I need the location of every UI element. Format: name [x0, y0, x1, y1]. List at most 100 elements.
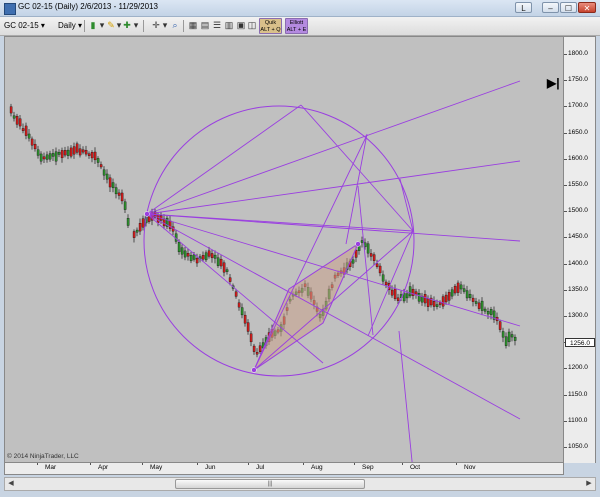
down-candle	[87, 153, 91, 156]
price-chart[interactable]: ▶| © 2014 NinjaTrader, LLC	[4, 36, 564, 463]
up-candle	[474, 301, 478, 304]
month-label: Apr	[98, 464, 109, 471]
price-label: 1500.0	[568, 207, 588, 215]
down-candle	[423, 294, 427, 304]
interval-selector[interactable]: Daily ▾	[58, 19, 82, 32]
up-candle	[507, 331, 511, 343]
price-axis[interactable]: 1800.0 1750.0 1700.0 1650.0 1600.0 1550.0 1500…	[564, 36, 596, 463]
template-icon[interactable]: ▣	[236, 20, 246, 31]
month-tick	[142, 463, 143, 465]
drawing-line[interactable]	[398, 330, 413, 462]
down-candle	[219, 258, 223, 267]
chevron-down-icon: ▾	[40, 21, 45, 30]
down-candle	[255, 352, 259, 355]
anchor-point[interactable]	[251, 367, 257, 373]
price-label: 1100.0	[568, 416, 588, 424]
down-candle	[42, 156, 46, 160]
down-candle	[372, 254, 376, 261]
list-icon[interactable]: ☰	[212, 20, 222, 31]
elliott-wave-button[interactable]: Elliott ALT + E	[285, 18, 308, 34]
down-candle	[15, 115, 19, 125]
price-tick	[564, 80, 567, 82]
up-candle	[102, 169, 106, 176]
price-label: 1150.0	[568, 390, 588, 398]
down-candle	[120, 192, 124, 202]
close-button[interactable]: ✕	[578, 2, 596, 13]
down-candle	[234, 291, 238, 297]
down-candle	[141, 218, 145, 228]
fan-line[interactable]	[146, 213, 521, 420]
window-title: GC 02-15 (Daily) 2/6/2013 - 11/29/2013	[18, 2, 158, 11]
price-tick	[564, 394, 567, 396]
down-candle	[162, 218, 166, 227]
up-candle	[513, 336, 517, 341]
scroll-left-arrow[interactable]: ◀	[5, 478, 17, 490]
down-candle	[63, 150, 67, 156]
fan-line[interactable]	[146, 80, 521, 215]
month-label: Oct	[410, 464, 421, 471]
layout-button[interactable]: L	[515, 2, 532, 13]
price-tick	[564, 132, 567, 134]
properties-icon[interactable]: ▤	[200, 20, 210, 31]
down-candle	[138, 223, 142, 232]
down-candle	[243, 314, 247, 324]
down-candle	[426, 298, 430, 307]
fan-line[interactable]	[146, 213, 521, 242]
data-box-icon[interactable]: ▦	[188, 20, 198, 31]
anchor-point[interactable]	[355, 241, 361, 247]
goto-end-icon[interactable]: ▶|	[547, 77, 560, 89]
maximize-button[interactable]: ☐	[560, 2, 577, 13]
price-label: 1650.0	[568, 128, 588, 136]
up-candle	[180, 247, 184, 255]
price-label: 1400.0	[568, 259, 588, 267]
up-candle	[57, 152, 61, 155]
drawing-line[interactable]	[300, 104, 414, 232]
drawing-line[interactable]	[367, 230, 414, 337]
share-icon[interactable]: ◫	[247, 20, 257, 31]
drawing-line[interactable]	[253, 230, 414, 371]
down-candle	[252, 345, 256, 352]
quick-label: Quik	[264, 20, 277, 26]
time-axis[interactable]: Mar Apr May Jun Jul Aug Sep Oct Nov	[4, 463, 564, 475]
fan-line[interactable]	[146, 213, 521, 327]
month-tick	[37, 463, 38, 465]
list-alt-icon[interactable]: ▥	[224, 20, 234, 31]
wedge-shape[interactable]	[252, 242, 360, 372]
up-candle	[66, 149, 70, 156]
drawing-line[interactable]	[146, 104, 302, 215]
down-candle	[369, 253, 373, 257]
chevron-down-icon[interactable]: ▾	[131, 20, 141, 31]
scroll-right-arrow[interactable]: ▶	[583, 478, 595, 490]
up-candle	[51, 153, 55, 157]
fan-line[interactable]	[146, 213, 414, 232]
up-candle	[465, 290, 469, 299]
app-icon	[4, 3, 16, 15]
price-label: 1550.0	[568, 181, 588, 188]
price-label: 1450.0	[568, 233, 588, 241]
down-candle	[195, 258, 199, 264]
zoom-icon[interactable]: ⌕	[170, 20, 180, 31]
up-candle	[96, 158, 100, 163]
down-candle	[444, 294, 448, 303]
down-candle	[18, 118, 22, 127]
chart-canvas[interactable]	[5, 37, 563, 462]
down-candle	[33, 143, 37, 150]
chevron-down-icon[interactable]: ▾	[160, 20, 170, 31]
up-candle	[189, 255, 193, 262]
minimize-button[interactable]: –	[542, 2, 559, 13]
quick-drawing-button[interactable]: Quik ALT + Q	[259, 18, 282, 34]
fan-line[interactable]	[146, 160, 521, 215]
month-tick	[354, 463, 355, 465]
up-candle	[486, 310, 490, 315]
month-label: May	[150, 464, 163, 471]
drawing-objects	[143, 80, 521, 462]
chart-scrollbar[interactable]: ◀ ||| ▶	[4, 477, 596, 491]
down-candle	[438, 302, 442, 305]
instrument-selector[interactable]: GC 02-15 ▾	[4, 19, 45, 32]
scroll-thumb[interactable]: |||	[175, 479, 365, 489]
title-bar: GC 02-15 (Daily) 2/6/2013 - 11/29/2013 L…	[0, 0, 600, 17]
down-candle	[477, 302, 481, 309]
price-label: 1700.0	[568, 102, 588, 110]
anchor-point[interactable]	[144, 211, 150, 217]
up-candle	[360, 240, 364, 243]
